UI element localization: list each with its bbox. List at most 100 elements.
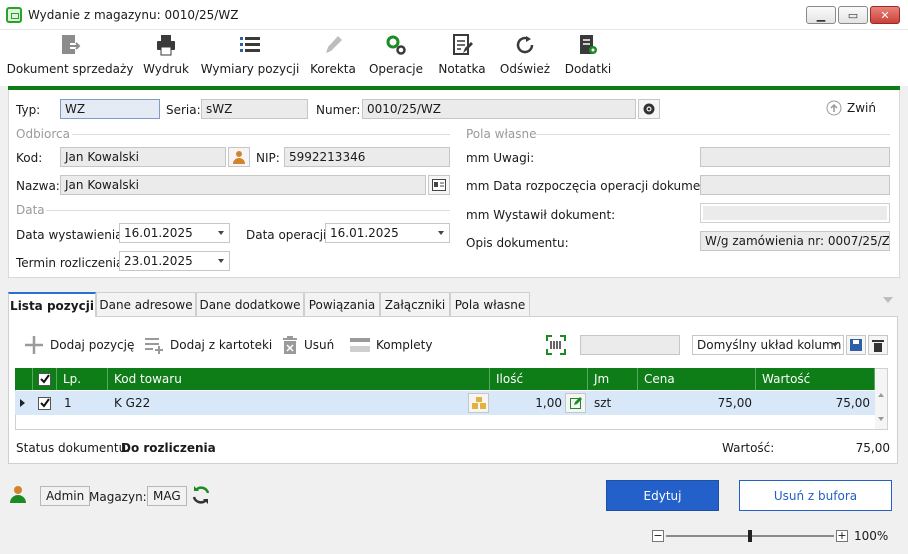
collapse-up-icon	[826, 100, 842, 116]
toolbar-note-button[interactable]: Notatka	[436, 30, 488, 86]
toolbar-label: Korekta	[310, 62, 356, 76]
toolbar-correction-button[interactable]: Korekta	[308, 30, 358, 86]
nip-label: NIP:	[256, 151, 280, 165]
person-icon	[233, 151, 245, 164]
notes-label: mm Uwagi:	[466, 151, 535, 165]
delete-item-button[interactable]: Usuń	[282, 333, 334, 357]
operation-start-field[interactable]	[700, 175, 890, 195]
warehouse-label: Magazyn:	[89, 490, 147, 504]
remove-from-buffer-button[interactable]: Usuń z bufora	[739, 480, 892, 511]
recipient-name-field[interactable]: Jan Kowalski	[60, 175, 426, 195]
number-field[interactable]: 0010/25/WZ	[362, 99, 636, 119]
save-layout-button[interactable]	[846, 335, 866, 355]
contractor-card-button[interactable]	[428, 175, 450, 195]
issued-by-value	[703, 206, 887, 220]
grid-header-checkbox-cell[interactable]	[33, 368, 57, 390]
select-all-checkbox[interactable]	[38, 372, 51, 386]
type-label: Typ:	[16, 103, 41, 117]
column-layout-select[interactable]: Domyślny układ kolumn	[692, 335, 844, 355]
tab-item-list[interactable]: Lista pozycji	[8, 292, 96, 317]
close-icon: ✕	[880, 8, 890, 22]
delete-layout-button[interactable]	[868, 335, 888, 355]
edit-button[interactable]: Edytuj	[606, 480, 719, 511]
row-checkbox[interactable]	[38, 396, 51, 410]
toolbar-operations-button[interactable]: Operacje	[368, 30, 424, 86]
nip-field[interactable]: 5992213346	[284, 147, 450, 167]
tab-additional-data[interactable]: Dane dodatkowe	[196, 292, 304, 316]
issue-date-picker[interactable]: 16.01.2025	[119, 223, 230, 243]
minimize-button[interactable]: ▁	[806, 6, 836, 24]
tab-label: Dane adresowe	[99, 297, 193, 312]
minimize-icon: ▁	[816, 8, 826, 22]
column-header-value[interactable]: Wartość	[756, 368, 875, 390]
app-icon	[6, 7, 22, 23]
toolbar-label: Odśwież	[499, 62, 551, 76]
tab-custom-fields[interactable]: Pola własne	[450, 292, 530, 316]
code-label: Kod:	[16, 151, 43, 165]
toolbar-refresh-button[interactable]: Odśwież	[498, 30, 552, 86]
current-user-badge: Admin	[40, 486, 91, 506]
type-field[interactable]: WZ	[60, 99, 160, 119]
number-settings-button[interactable]	[638, 99, 660, 119]
date-group-label: Data	[16, 203, 45, 217]
scroll-down-icon[interactable]	[878, 417, 884, 421]
barcode-scan-button[interactable]	[546, 335, 566, 358]
toolbar-addons-button[interactable]: Dodatki	[562, 30, 614, 86]
zoom-out-button[interactable]: −	[652, 530, 664, 542]
check-icon	[39, 374, 50, 384]
column-header-product-code[interactable]: Kod towaru	[108, 368, 490, 390]
document-gear-icon	[575, 32, 601, 58]
trash-icon	[282, 336, 298, 354]
chevron-down-icon	[218, 231, 224, 235]
maximize-button[interactable]: ▭	[838, 6, 868, 24]
row-checkbox-cell[interactable]	[38, 391, 51, 415]
total-value-label: Wartość:	[722, 441, 775, 455]
operation-date-picker[interactable]: 16.01.2025	[325, 223, 450, 243]
edit-quantity-button[interactable]	[565, 393, 586, 413]
toolbar-sales-document-button[interactable]: Dokument sprzedaży	[7, 30, 133, 86]
tab-attachments[interactable]: Załączniki	[380, 292, 450, 316]
column-layout-value: Domyślny układ kolumn	[697, 338, 842, 352]
tab-relations[interactable]: Powiązania	[304, 292, 380, 316]
column-header-lp[interactable]: Lp.	[57, 368, 108, 390]
zoom-slider-thumb[interactable]	[748, 530, 752, 542]
select-contractor-button[interactable]	[228, 147, 250, 167]
grid-scrollbar[interactable]	[875, 369, 887, 429]
toolbar-dimensions-button[interactable]: Wymiary pozycji	[201, 30, 299, 86]
sync-icon	[192, 486, 210, 504]
cell-quantity[interactable]: 1,00	[490, 391, 562, 415]
operation-start-label: mm Data rozpoczęcia operacji dokumentu:	[466, 179, 725, 193]
toolbar: Dokument sprzedaży Wydruk Wymiary pozycj…	[0, 30, 908, 86]
gears-icon	[383, 32, 409, 58]
product-lookup-button[interactable]	[468, 393, 489, 413]
cell-product-code: K G22	[114, 396, 151, 410]
notes-field[interactable]	[700, 147, 890, 167]
tabs-overflow-icon[interactable]	[883, 297, 893, 303]
toolbar-print-button[interactable]: Wydruk	[140, 30, 192, 86]
sync-button[interactable]	[190, 484, 212, 509]
tab-address-data[interactable]: Dane adresowe	[96, 292, 196, 316]
chevron-down-icon	[218, 259, 224, 263]
add-from-card-button[interactable]: Dodaj z kartoteki	[144, 333, 272, 357]
issue-date-label: Data wystawienia:	[16, 228, 127, 242]
issued-by-field[interactable]	[700, 203, 890, 223]
collapse-button[interactable]: Zwiń	[826, 100, 876, 116]
column-header-quantity[interactable]: Ilość	[490, 368, 588, 390]
close-button[interactable]: ✕	[870, 6, 900, 24]
series-field[interactable]: sWZ	[201, 99, 308, 119]
zoom-in-button[interactable]: +	[836, 530, 848, 542]
add-item-button[interactable]: Dodaj pozycję	[24, 333, 134, 357]
edit-icon	[569, 397, 582, 409]
column-header-unit[interactable]: Jm	[588, 368, 638, 390]
maximize-icon: ▭	[847, 8, 859, 22]
sets-button[interactable]: Komplety	[350, 333, 432, 357]
recipient-code-field[interactable]: Jan Kowalski	[60, 147, 226, 167]
description-field[interactable]: W/g zamówienia nr: 0007/25/ZMO	[700, 231, 890, 251]
user-icon	[9, 485, 27, 506]
cell-price: 75,00	[717, 396, 752, 410]
due-date-picker[interactable]: 23.01.2025	[119, 251, 230, 271]
scroll-up-icon[interactable]	[878, 393, 884, 397]
plus-icon	[24, 335, 44, 355]
column-header-price[interactable]: Cena	[638, 368, 756, 390]
barcode-search-input[interactable]	[580, 335, 680, 355]
